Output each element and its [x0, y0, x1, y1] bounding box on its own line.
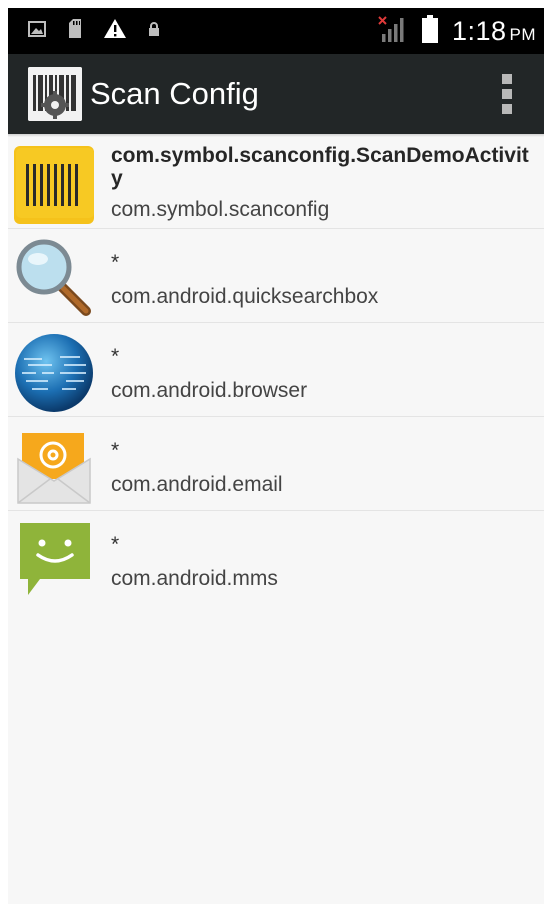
activity-name: * — [111, 251, 120, 274]
status-time: 1:18 PM — [451, 15, 536, 46]
overflow-menu-icon[interactable] — [500, 74, 514, 114]
app-list: com.symbol.scanconfig.ScanDemoActivity c… — [8, 136, 544, 604]
list-item[interactable]: * com.android.quicksearchbox — [8, 229, 544, 323]
activity-name: * — [111, 439, 120, 462]
app-title: Scan Config — [90, 76, 259, 111]
action-bar: Scan Config — [8, 54, 544, 134]
system-icons: 1:18 PM — [378, 14, 536, 48]
list-item[interactable]: * com.android.mms — [8, 511, 544, 604]
no-signal-icon — [378, 15, 408, 47]
screen: 1:18 PM Scan Config com.symbol.scanconfi… — [8, 8, 544, 904]
activity-name: * — [111, 345, 120, 368]
warning-icon — [104, 19, 126, 43]
globe-icon — [12, 329, 96, 413]
lock-icon — [148, 21, 160, 41]
list-item[interactable]: * com.android.browser — [8, 323, 544, 417]
package-name: com.android.quicksearchbox — [111, 285, 379, 308]
notification-icons — [28, 19, 160, 43]
barcode-icon — [12, 142, 96, 226]
image-icon — [28, 20, 46, 42]
battery-icon — [421, 14, 438, 48]
magnifier-icon — [12, 235, 96, 319]
package-name: com.android.email — [111, 473, 283, 496]
package-name: com.symbol.scanconfig — [111, 198, 330, 221]
list-item[interactable]: com.symbol.scanconfig.ScanDemoActivity c… — [8, 136, 544, 229]
package-name: com.android.browser — [111, 379, 308, 402]
status-bar: 1:18 PM — [8, 8, 544, 54]
activity-name: com.symbol.scanconfig.ScanDemoActivity — [111, 144, 529, 190]
package-name: com.android.mms — [111, 567, 278, 590]
email-icon — [12, 423, 96, 507]
activity-name: * — [111, 533, 120, 556]
messaging-icon — [12, 517, 96, 601]
sd-card-icon — [68, 19, 82, 43]
list-item[interactable]: * com.android.email — [8, 417, 544, 511]
barcode-gear-icon[interactable] — [28, 67, 82, 121]
